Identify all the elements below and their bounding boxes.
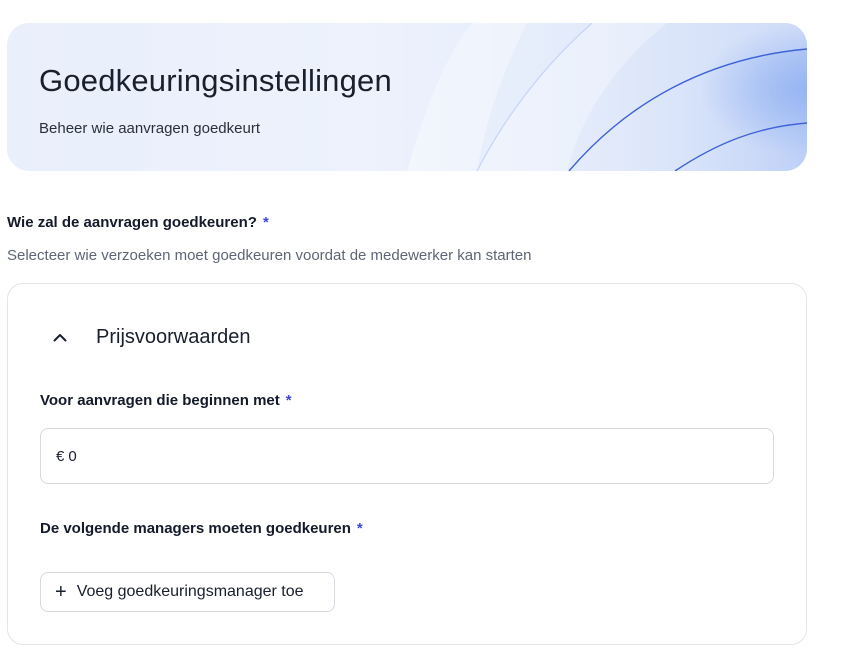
managers-field-label: De volgende managers moeten goedkeuren * (40, 520, 363, 538)
amount-input[interactable]: € 0 (40, 428, 774, 484)
header-banner: Goedkeuringsinstellingen Beheer wie aanv… (7, 23, 807, 171)
amount-field-label: Voor aanvragen die beginnen met * (40, 392, 292, 410)
page-subtitle: Beheer wie aanvragen goedkeurt (39, 120, 260, 137)
approver-question-text: Wie zal de aanvragen goedkeuren? (7, 214, 257, 231)
plus-icon: + (55, 581, 67, 603)
section-title: Prijsvoorwaarden (96, 326, 251, 348)
add-approval-manager-label: Voeg goedkeuringsmanager toe (76, 583, 304, 600)
price-conditions-toggle[interactable]: Prijsvoorwaarden (40, 322, 251, 352)
amount-field-label-text: Voor aanvragen die beginnen met (40, 392, 280, 409)
page-title: Goedkeuringsinstellingen (39, 63, 392, 98)
approver-question-help: Selecteer wie verzoeken moet goedkeuren … (7, 247, 532, 264)
chevron-up-icon[interactable] (40, 322, 80, 352)
required-marker: * (285, 392, 292, 409)
approver-question-label: Wie zal de aanvragen goedkeuren? * (7, 214, 269, 232)
currency-symbol: € (56, 447, 65, 465)
managers-field-label-text: De volgende managers moeten goedkeuren (40, 520, 351, 537)
add-approval-manager-button[interactable]: + Voeg goedkeuringsmanager toe (40, 572, 335, 612)
amount-value: 0 (68, 447, 77, 465)
required-marker: * (262, 214, 269, 231)
required-marker: * (356, 520, 363, 537)
